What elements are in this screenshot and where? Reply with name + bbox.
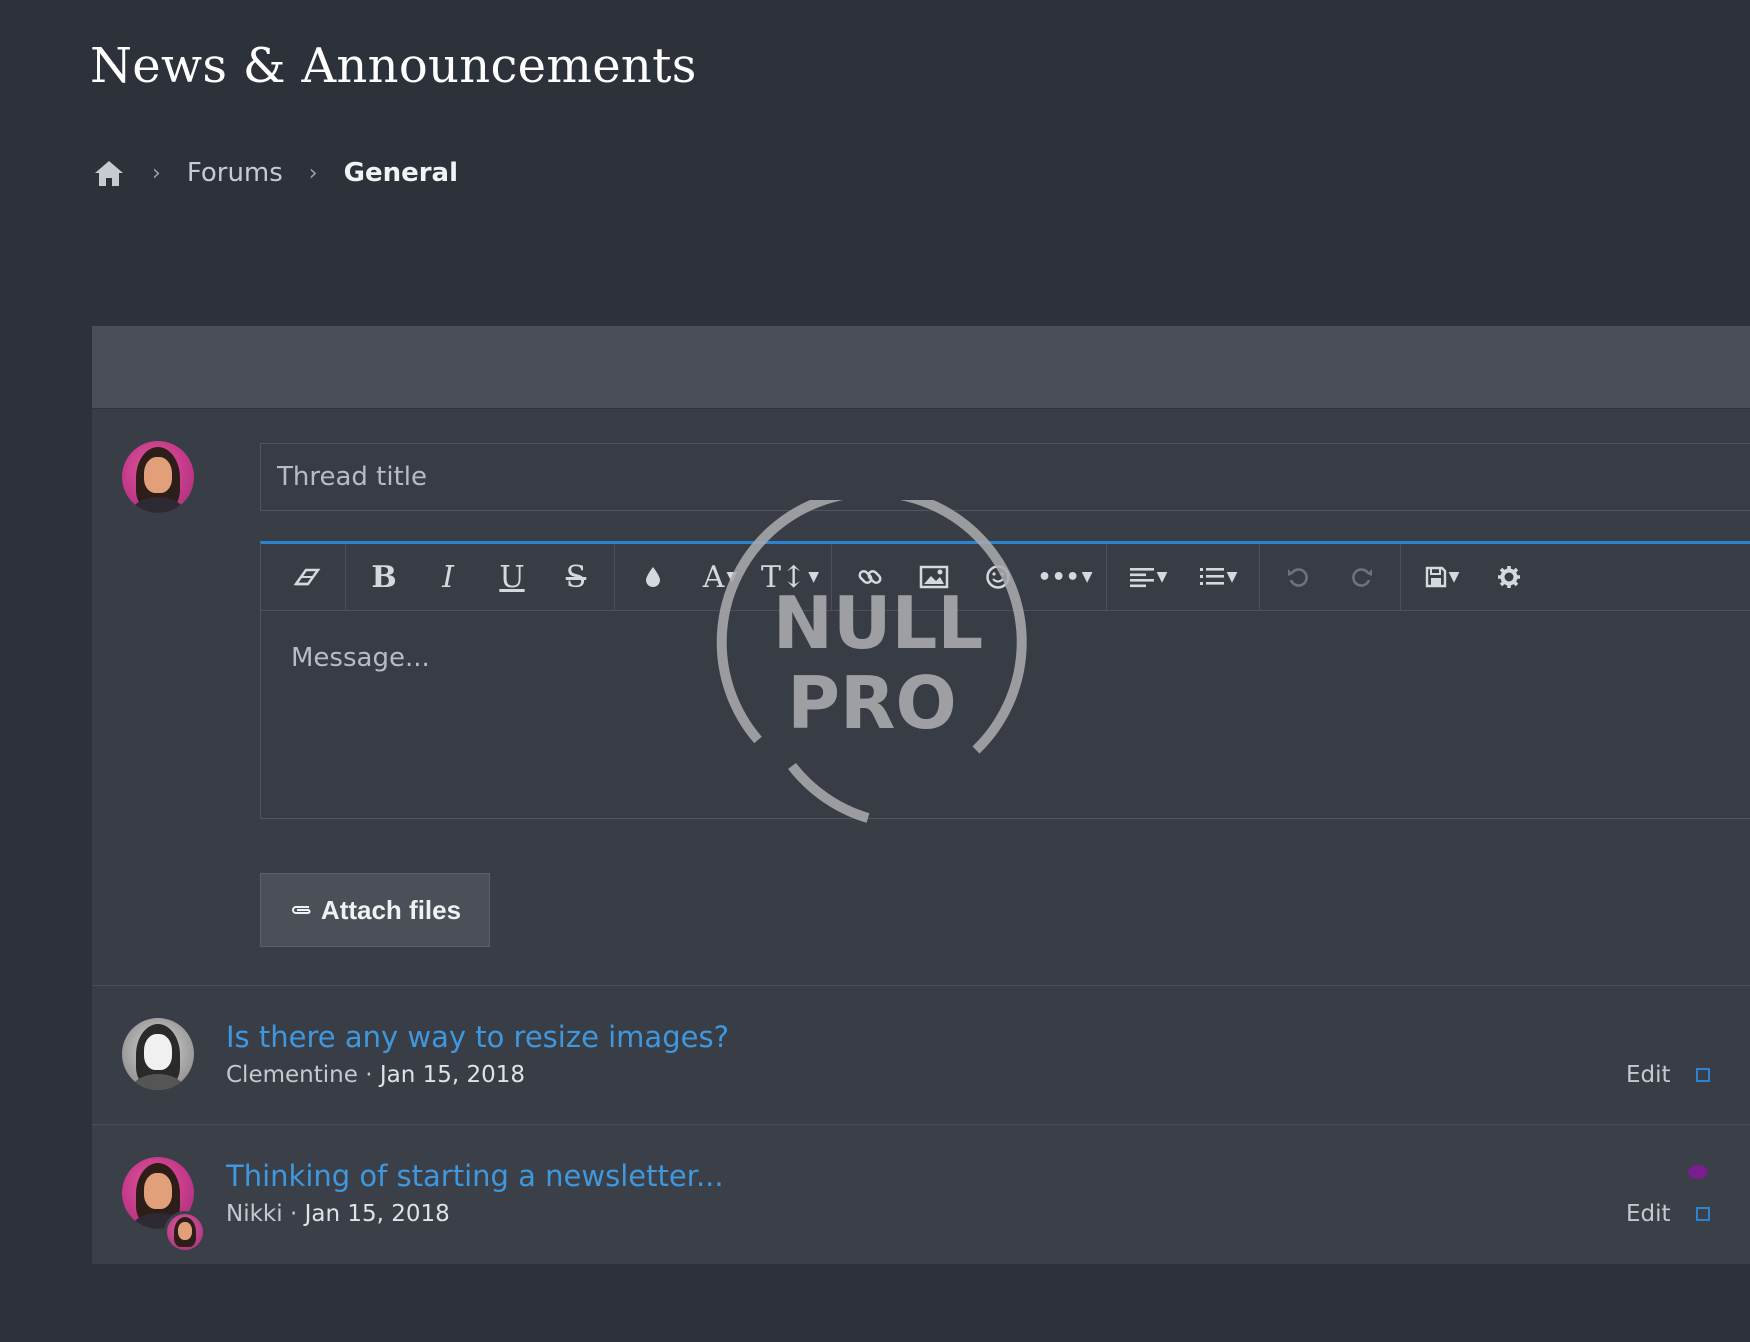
paperclip-icon bbox=[291, 906, 311, 914]
select-checkbox[interactable] bbox=[1696, 1068, 1710, 1082]
color-drop-icon[interactable] bbox=[621, 555, 685, 599]
font-size-icon[interactable]: T↕ ▼ bbox=[755, 555, 825, 599]
toolbar-group-layout: ▼ ▼ bbox=[1107, 544, 1260, 610]
avatar[interactable] bbox=[122, 441, 194, 513]
meta-separator: · bbox=[365, 1062, 380, 1088]
breadcrumb-chevron-icon: › bbox=[308, 160, 318, 186]
message-editor: B I U S A ▼ T↕ ▼ ••• ▼ ▼ ▼ ▼ Message... bbox=[260, 541, 1750, 819]
bold-icon[interactable]: B bbox=[352, 555, 416, 599]
thread-row: Thinking of starting a newsletter... Nik… bbox=[92, 1125, 1750, 1263]
unread-indicator-icon bbox=[1688, 1165, 1708, 1179]
attach-files-label: Attach files bbox=[320, 894, 462, 925]
quick-thread-composer: B I U S A▼ T↕▼ bbox=[92, 409, 1750, 986]
last-poster-avatar[interactable] bbox=[164, 1211, 206, 1253]
thread-date[interactable]: Jan 15, 2018 bbox=[380, 1062, 525, 1088]
panel-header bbox=[92, 326, 1750, 409]
more-icon[interactable]: ••• ▼ bbox=[1030, 555, 1100, 599]
italic-icon[interactable]: I bbox=[416, 555, 480, 599]
redo-icon[interactable] bbox=[1330, 555, 1394, 599]
toolbar-group-format: B I U S bbox=[346, 544, 615, 610]
image-icon[interactable] bbox=[902, 555, 966, 599]
edit-link[interactable]: Edit bbox=[1626, 1062, 1671, 1088]
list-icon[interactable]: ▼ bbox=[1183, 555, 1253, 599]
thread-author[interactable]: Nikki bbox=[226, 1201, 283, 1227]
align-icon[interactable]: ▼ bbox=[1113, 555, 1183, 599]
thread-author[interactable]: Clementine bbox=[226, 1062, 358, 1088]
meta-separator: · bbox=[289, 1201, 305, 1227]
thread-title-input[interactable] bbox=[260, 443, 1750, 511]
breadcrumb-general[interactable]: General bbox=[344, 158, 458, 188]
thread-title-link[interactable]: Is there any way to resize images? bbox=[226, 1020, 729, 1054]
breadcrumb-chevron-icon: › bbox=[152, 160, 161, 186]
settings-gear-icon[interactable] bbox=[1477, 555, 1541, 599]
toolbar-group-text: A ▼ T↕ ▼ bbox=[615, 544, 832, 610]
toolbar-group-tools: ▼ bbox=[1401, 544, 1547, 610]
home-icon[interactable] bbox=[92, 158, 126, 188]
breadcrumb-forums[interactable]: Forums bbox=[187, 158, 283, 188]
message-textarea[interactable]: Message... bbox=[261, 611, 1750, 705]
thread-row: Is there any way to resize images? Cleme… bbox=[92, 986, 1750, 1125]
underline-icon[interactable]: U bbox=[480, 555, 544, 599]
thread-title-link[interactable]: Thinking of starting a newsletter... bbox=[226, 1159, 724, 1193]
avatar[interactable] bbox=[122, 1018, 194, 1090]
toolbar-group-history bbox=[1260, 544, 1401, 610]
edit-link[interactable]: Edit bbox=[1626, 1201, 1671, 1227]
strikethrough-icon[interactable]: S bbox=[544, 555, 608, 599]
thread-meta: Clementine · Jan 15, 2018 bbox=[226, 1062, 525, 1088]
toolbar-group-insert: ••• ▼ bbox=[832, 544, 1107, 610]
eraser-icon[interactable] bbox=[275, 555, 339, 599]
thread-list-panel: B I U S A▼ T↕▼ bbox=[92, 326, 1750, 1264]
select-checkbox[interactable] bbox=[1696, 1207, 1710, 1221]
page-title: News & Announcements bbox=[90, 38, 697, 94]
smiley-icon[interactable] bbox=[966, 555, 1030, 599]
link-icon[interactable] bbox=[838, 555, 902, 599]
attach-files-button[interactable]: Attach files bbox=[260, 873, 490, 947]
toolbar-group-clear bbox=[269, 544, 346, 610]
thread-meta: Nikki · Jan 15, 2018 bbox=[226, 1201, 450, 1227]
undo-icon[interactable] bbox=[1266, 555, 1330, 599]
font-family-icon[interactable]: A ▼ bbox=[685, 555, 755, 599]
thread-date[interactable]: Jan 15, 2018 bbox=[305, 1201, 450, 1227]
breadcrumb: › Forums › General bbox=[92, 158, 458, 188]
editor-toolbar: B I U S A ▼ T↕ ▼ ••• ▼ ▼ ▼ ▼ bbox=[261, 544, 1750, 611]
save-draft-icon[interactable]: ▼ bbox=[1407, 555, 1477, 599]
